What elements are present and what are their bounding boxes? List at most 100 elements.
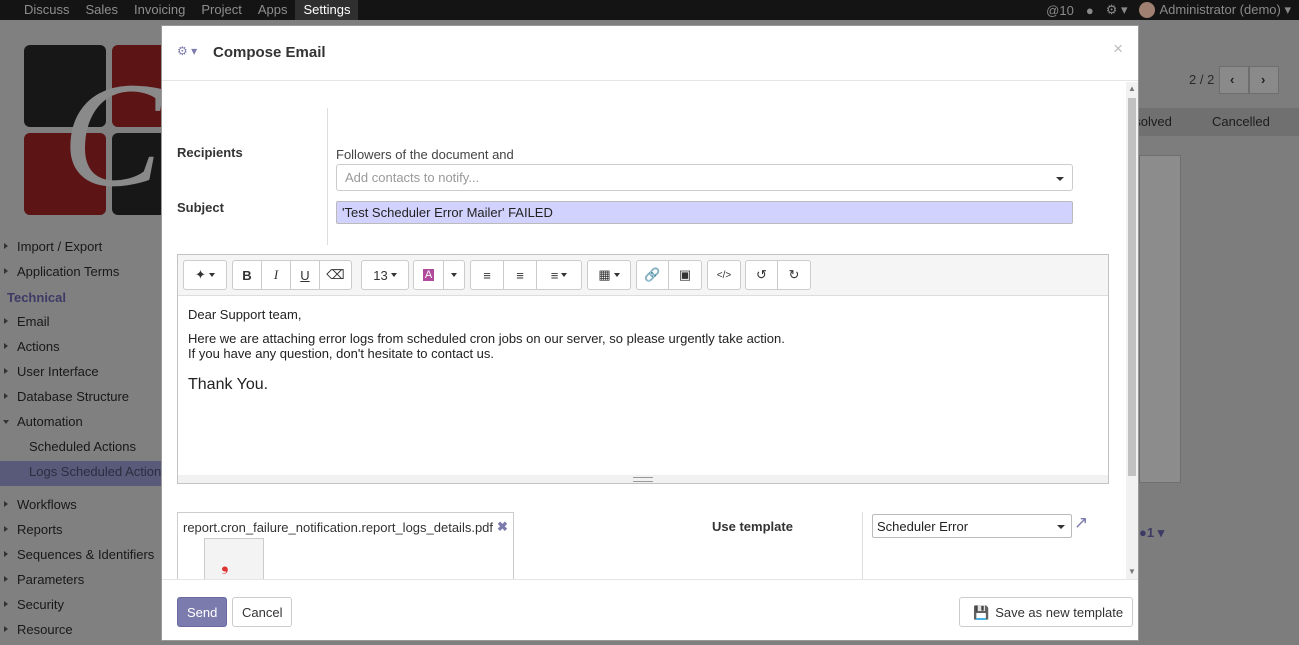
template-divider [862, 512, 863, 579]
top-navbar: Discuss Sales Invoicing Project Apps Set… [0, 0, 1299, 20]
sidebar-item-logs-scheduled-actions[interactable]: Logs Scheduled Actions [0, 461, 161, 486]
color-button[interactable]: A [414, 261, 444, 289]
mentions-counter[interactable]: @10 [1046, 3, 1074, 18]
caret-right-icon [4, 551, 8, 557]
menu-discuss[interactable]: Discuss [16, 0, 78, 20]
sidebar-item-label: Email [17, 314, 50, 329]
italic-icon: I [273, 267, 279, 282]
scroll-down-icon[interactable]: ▼ [1128, 567, 1136, 576]
text-color-icon: A [422, 269, 435, 281]
link-button[interactable]: 🔗 [637, 261, 669, 289]
close-icon[interactable]: × [1113, 39, 1123, 59]
followers-text: Followers of the document and [336, 147, 514, 162]
pager-next-button[interactable]: › [1249, 66, 1279, 94]
image-button[interactable]: ▣ [669, 261, 701, 289]
use-template-label: Use template [712, 519, 793, 534]
editor-toolbar: ✦ B I U ⌫ 13 A ≡ ≡ ≡ ▦ 🔗 ▣ </> ↺ ↻ [178, 255, 1108, 296]
sidebar-item-parameters[interactable]: Parameters [0, 569, 161, 594]
code-group: </> [707, 260, 741, 290]
company-logo: C [24, 45, 161, 215]
align-button[interactable]: ≡ [537, 261, 581, 289]
menu-apps[interactable]: Apps [250, 0, 296, 20]
sidebar-item-reports[interactable]: Reports [0, 519, 161, 544]
sidebar-item-email[interactable]: Email [0, 311, 161, 336]
sidebar-item-application-terms[interactable]: Application Terms [0, 261, 161, 286]
caret-right-icon [4, 626, 8, 632]
font-group: B I U ⌫ [232, 260, 352, 290]
pager-value: 2 / 2 [1189, 72, 1215, 87]
code-view-button[interactable]: </> [708, 261, 740, 289]
template-select[interactable]: Scheduler Error [872, 514, 1072, 538]
menu-sales[interactable]: Sales [78, 0, 127, 20]
style-button[interactable]: ✦ [184, 261, 226, 289]
dialog-header: ⚙ ▾ Compose Email × [162, 26, 1138, 81]
sidebar-item-actions[interactable]: Actions [0, 336, 161, 361]
list-ul-icon: ≡ [483, 267, 491, 283]
table-group: ▦ [587, 260, 631, 290]
sidebar-item-resource[interactable]: Resource [0, 619, 161, 644]
save-template-button[interactable]: 💾 Save as new template [959, 597, 1134, 627]
bold-button[interactable]: B [233, 261, 262, 289]
numbered-list-button[interactable]: ≡ [504, 261, 537, 289]
chevron-down-icon[interactable] [1056, 177, 1064, 181]
image-icon: ▣ [678, 267, 692, 282]
remove-attachment-icon[interactable]: ✖ [497, 519, 508, 535]
dialog-footer: Send Cancel 💾 Save as new template [162, 579, 1138, 640]
cancel-button[interactable]: Cancel [232, 597, 293, 627]
scrollbar-thumb[interactable] [1128, 98, 1136, 476]
body-line-2: If you have any question, don't hesitate… [188, 346, 495, 361]
email-body-editor[interactable]: ✦ B I U ⌫ 13 A ≡ ≡ ≡ ▦ 🔗 ▣ </> ↺ ↻ Dear … [177, 254, 1109, 484]
send-button[interactable]: Send [177, 597, 228, 627]
menu-invoicing[interactable]: Invoicing [126, 0, 193, 20]
sidebar-item-label: Security [17, 597, 64, 612]
redo-button[interactable]: ↻ [778, 261, 810, 289]
sidebar-item-user-interface[interactable]: User Interface [0, 361, 161, 386]
chat-icon[interactable]: ● [1086, 3, 1094, 18]
bug-icon[interactable]: ⚙ ▾ [177, 44, 197, 58]
sidebar-item-sequences[interactable]: Sequences & Identifiers [0, 544, 161, 569]
debug-menu-icon[interactable]: ⚙ ▾ [1106, 2, 1128, 18]
email-body-content[interactable]: Dear Support team, Here we are attaching… [188, 307, 1088, 393]
italic-button[interactable]: I [262, 261, 291, 289]
menu-settings[interactable]: Settings [295, 0, 359, 20]
subject-input[interactable]: 'Test Scheduler Error Mailer' FAILED [336, 201, 1073, 224]
app-menu: Discuss Sales Invoicing Project Apps Set… [16, 0, 359, 20]
field-divider [327, 108, 328, 245]
follower-count: 1 [1146, 525, 1155, 540]
table-button[interactable]: ▦ [588, 261, 630, 289]
scroll-up-icon[interactable]: ▲ [1128, 84, 1136, 93]
body-line-1: Here we are attaching error logs from sc… [188, 331, 785, 346]
editor-resize-handle[interactable] [178, 475, 1108, 483]
chevron-left-icon: ‹ [1230, 72, 1235, 87]
table-icon: ▦ [598, 267, 611, 282]
contacts-input[interactable]: Add contacts to notify... [336, 164, 1073, 191]
underline-button[interactable]: U [291, 261, 320, 289]
sidebar-item-import-export[interactable]: Import / Export [0, 236, 161, 261]
sidebar-item-database-structure[interactable]: Database Structure [0, 386, 161, 411]
clear-format-button[interactable]: ⌫ [320, 261, 351, 289]
magic-wand-icon: ✦ [195, 267, 206, 282]
sidebar-item-automation[interactable]: Automation [0, 411, 161, 436]
closing-text: Thank You. [188, 376, 269, 393]
menu-project[interactable]: Project [193, 0, 249, 20]
user-menu[interactable]: Administrator (demo) ▾ [1139, 2, 1291, 19]
list-ol-icon: ≡ [516, 267, 524, 283]
dialog-scrollbar[interactable]: ▲ ▼ [1126, 82, 1138, 579]
sidebar-item-workflows[interactable]: Workflows [0, 494, 161, 519]
status-cancelled[interactable]: Cancelled [1212, 114, 1270, 129]
caret-right-icon [4, 243, 8, 249]
sidebar-item-scheduled-actions[interactable]: Scheduled Actions [0, 436, 161, 461]
followers-counter[interactable]: ●1 ▾ [1139, 525, 1164, 541]
external-link-icon[interactable]: ↗ [1074, 513, 1088, 533]
fontsize-button[interactable]: 13 [362, 261, 408, 289]
acrobat-icon: ❟ [221, 553, 229, 575]
chevron-right-icon: › [1261, 72, 1266, 87]
undo-button[interactable]: ↺ [746, 261, 778, 289]
pager-previous-button[interactable]: ‹ [1219, 66, 1249, 94]
pdf-file-icon[interactable]: ❟ [204, 538, 264, 579]
bullet-list-button[interactable]: ≡ [471, 261, 504, 289]
mentions-count: 10 [1059, 2, 1074, 18]
color-dropdown-button[interactable] [444, 261, 464, 289]
sidebar-item-security[interactable]: Security [0, 594, 161, 619]
attachment-filename[interactable]: report.cron_failure_notification.report_… [183, 520, 493, 535]
